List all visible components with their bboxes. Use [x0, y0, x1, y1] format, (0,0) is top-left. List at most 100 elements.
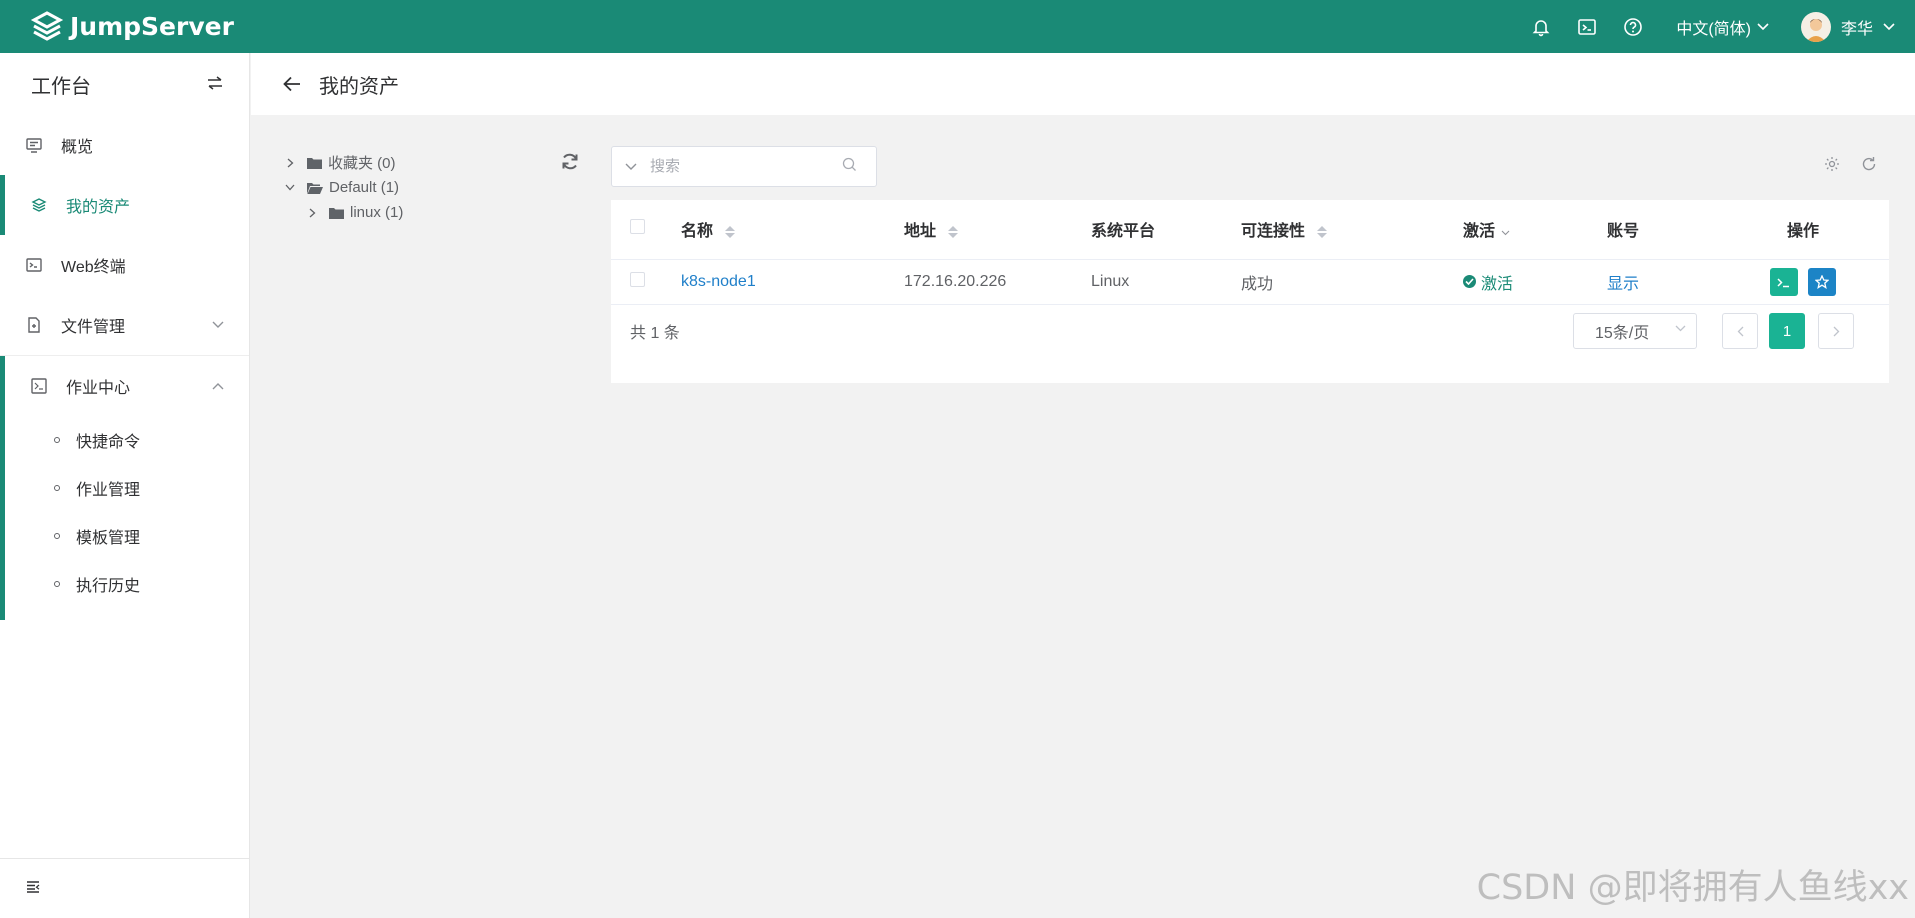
tree-node-default[interactable]: Default (1) [283, 175, 583, 200]
settings-gear-icon[interactable] [1824, 156, 1840, 172]
watermark: CSDN @即将拥有人鱼线xx [1476, 868, 1909, 908]
folder-icon [307, 157, 322, 169]
connect-terminal-button[interactable] [1770, 267, 1799, 296]
brand-name: JumpServer [70, 12, 234, 41]
chevron-down-icon [1757, 22, 1769, 30]
asset-name-link[interactable]: k8s-node1 [681, 273, 756, 290]
bell-icon[interactable] [1518, 0, 1564, 53]
star-icon [1814, 274, 1829, 289]
cell-platform: Linux [1091, 259, 1241, 305]
sidebar-item-label: 文件管理 [61, 319, 126, 336]
search-filter-dropdown[interactable] [612, 163, 650, 171]
chevron-left-icon [1737, 326, 1743, 336]
header-select-all [611, 200, 681, 260]
sidebar-subitem-exec-history[interactable]: 执行历史 [0, 560, 249, 608]
sidebar-subitem-label: 快捷命令 [76, 434, 141, 451]
chevron-up-icon [212, 383, 224, 390]
header-connectivity[interactable]: 可连接性 [1241, 200, 1463, 260]
header-actions: 操作 [1751, 200, 1889, 260]
sidebar-item-my-assets[interactable]: 我的资产 [0, 175, 249, 235]
caret-down-icon[interactable] [283, 184, 297, 191]
workspace-title: 工作台 [31, 75, 91, 98]
refresh-icon[interactable] [1861, 156, 1877, 172]
asset-tree: 收藏夹 (0) Default (1) linux (1) [283, 150, 583, 225]
bullet-icon [54, 485, 60, 491]
folder-icon [329, 207, 344, 219]
sidebar-item-file-manage[interactable]: 文件管理 [0, 295, 249, 355]
header-label: 操作 [1786, 223, 1819, 241]
sidebar-item-overview[interactable]: 概览 [0, 115, 249, 175]
header-address[interactable]: 地址 [904, 200, 1091, 260]
language-label: 中文(简体) [1676, 20, 1751, 38]
top-navbar: JumpServer 中文(简体) 李华 [0, 0, 1915, 53]
user-menu[interactable]: 李华 [1800, 11, 1895, 42]
bullet-icon [54, 533, 60, 539]
favorite-button[interactable] [1807, 267, 1836, 296]
header-name[interactable]: 名称 [681, 200, 904, 260]
search-icon[interactable] [842, 157, 857, 177]
terminal-icon[interactable] [1564, 0, 1610, 53]
sidebar-footer [0, 858, 250, 918]
header-label: 可连接性 [1241, 223, 1306, 241]
next-page-button[interactable] [1818, 313, 1854, 349]
cell-address: 172.16.20.226 [904, 259, 1091, 305]
switch-view-icon[interactable] [207, 73, 223, 96]
header-label: 系统平台 [1091, 223, 1156, 241]
tree-node-label: 收藏夹 (0) [328, 155, 396, 172]
collapse-menu-icon[interactable] [26, 880, 40, 898]
status-label: 激活 [1481, 275, 1514, 293]
header-active[interactable]: 激活 [1463, 200, 1607, 260]
chevron-down-icon [625, 163, 637, 170]
terminal-prompt-icon [1777, 277, 1790, 287]
caret-right-icon[interactable] [305, 208, 319, 218]
header-label: 账号 [1607, 223, 1640, 241]
sort-icon[interactable] [1317, 226, 1328, 239]
back-arrow-icon[interactable] [283, 76, 301, 92]
row-checkbox[interactable] [630, 271, 645, 287]
sidebar-subitem-label: 执行历史 [76, 578, 141, 595]
header-accounts: 账号 [1607, 200, 1751, 260]
sort-icon[interactable] [948, 226, 959, 239]
sidebar-subitem-quick-command[interactable]: 快捷命令 [0, 416, 249, 464]
table-row: k8s-node1 172.16.20.226 Linux 成功 激活 显示 [611, 259, 1889, 305]
page-size-select[interactable]: 15条/页 [1573, 313, 1697, 349]
check-circle-icon [1463, 275, 1476, 288]
search-bar [611, 146, 877, 187]
header-label: 名称 [681, 223, 714, 241]
header-label: 激活 [1463, 223, 1496, 241]
sidebar-subitem-job-manage[interactable]: 作业管理 [0, 464, 249, 512]
brand-logo[interactable]: JumpServer [30, 10, 234, 44]
sidebar-subitem-label: 作业管理 [76, 482, 141, 499]
sidebar-header: 工作台 [0, 53, 249, 115]
language-select[interactable]: 中文(简体) [1676, 15, 1769, 39]
user-name: 李华 [1840, 20, 1873, 38]
sort-icon[interactable] [725, 226, 736, 239]
logo-icon [30, 10, 64, 41]
layers-icon [30, 196, 48, 214]
header-platform: 系统平台 [1091, 200, 1241, 260]
tree-node-label: Default (1) [329, 179, 400, 196]
tree-node-linux[interactable]: linux (1) [283, 200, 583, 225]
tree-refresh-icon[interactable] [561, 153, 579, 175]
bullet-icon [54, 581, 60, 587]
sidebar-subitem-template-manage[interactable]: 模板管理 [0, 512, 249, 560]
search-input[interactable] [650, 158, 840, 175]
select-all-checkbox[interactable] [630, 219, 645, 235]
prev-page-button[interactable] [1722, 313, 1758, 349]
avatar [1800, 11, 1831, 42]
show-accounts-link[interactable]: 显示 [1607, 276, 1639, 293]
help-icon[interactable] [1610, 0, 1656, 53]
chevron-down-icon[interactable] [1501, 230, 1510, 236]
sidebar-item-job-center[interactable]: 作业中心 [0, 356, 249, 416]
caret-right-icon[interactable] [283, 158, 297, 168]
table-header-row: 名称 地址 系统平台 可连接性 激活 账号 操作 [611, 200, 1889, 260]
sidebar-item-web-terminal[interactable]: Web终端 [0, 235, 249, 295]
sidebar-group-job-center: 作业中心 快捷命令 作业管理 模板管理 执行历史 [0, 355, 249, 620]
tree-node-favorites[interactable]: 收藏夹 (0) [283, 150, 583, 175]
page-number-current[interactable]: 1 [1769, 313, 1805, 349]
cell-active: 激活 [1463, 259, 1607, 305]
bullet-icon [54, 437, 60, 443]
file-icon [25, 316, 43, 334]
cell-connectivity: 成功 [1241, 259, 1463, 305]
pagination: 共 1 条 15条/页 1 [611, 306, 1889, 356]
